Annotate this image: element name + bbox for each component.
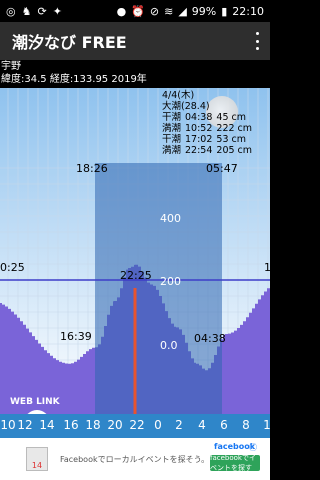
info-row-time: 10:52 <box>185 123 213 134</box>
location-name: 宇野 <box>1 61 21 72</box>
info-row-height: 45 cm <box>216 112 246 123</box>
hour-axis-label: 0 <box>154 418 162 432</box>
battery-icon: ▮ <box>221 4 228 18</box>
scale-label-0: 0.0 <box>160 339 178 352</box>
hour-axis-label: 6 <box>220 418 228 432</box>
current-time-label: 22:25 <box>120 269 152 282</box>
info-row-time: 22:54 <box>185 145 213 156</box>
hour-axis-label: 16 <box>63 418 79 432</box>
hour-axis-label: 4 <box>198 418 206 432</box>
info-row-kind: 満潮 <box>162 123 182 134</box>
left-edge-label: 0:25 <box>0 261 25 274</box>
person-running-icon: ♞ <box>21 4 32 18</box>
low-tide-right-label: 04:38 <box>194 332 226 345</box>
info-row-kind: 干潮 <box>162 134 182 145</box>
wechat-icon: ✦ <box>52 4 62 18</box>
tide-info-panel: 4/4(木) 大潮(28.4) 干潮 04:38 45 cm 満潮 10:52 … <box>162 90 270 156</box>
voicemail-icon: ◎ <box>6 4 16 18</box>
hour-axis-label: 1 <box>263 418 271 432</box>
info-row-time: 17:02 <box>185 134 213 145</box>
battery-percent: 99% <box>191 4 217 18</box>
low-tide-left-label: 16:39 <box>60 330 92 343</box>
info-row: 満潮 22:54 205 cm <box>162 145 270 156</box>
alarm-icon: ⏰ <box>131 4 145 18</box>
wifi-icon: ≋ <box>164 4 174 18</box>
info-row: 干潮 17:02 53 cm <box>162 134 270 145</box>
scale-label-200: 200 <box>160 275 181 288</box>
info-row-kind: 干潮 <box>162 112 182 123</box>
info-tide-name: 大潮(28.4) <box>162 101 210 112</box>
ad-banner[interactable]: 14 Facebookでローカルイベントを探そう。 facebook faceb… <box>0 438 270 480</box>
scale-label-400: 400 <box>160 212 181 225</box>
hour-axis-label: 18 <box>85 418 101 432</box>
location-bar: 宇野 緯度:34.5 経度:133.95 2019年 <box>0 60 270 88</box>
night-band <box>95 163 222 414</box>
info-row: 干潮 04:38 45 cm <box>162 112 270 123</box>
overflow-menu-icon[interactable] <box>256 32 260 50</box>
status-left: ◎ ♞ ⟳ ✦ <box>6 6 62 17</box>
hour-axis-label: 20 <box>107 418 123 432</box>
hour-axis-label: 8 <box>242 418 250 432</box>
app-bar: 潮汐なび FREE <box>0 22 270 60</box>
status-right: ● ⏰ ⊘ ≋ ◢ 99% ▮ 22:10 <box>117 5 264 18</box>
info-row-kind: 満潮 <box>162 145 182 156</box>
right-edge-label: 1 <box>264 261 270 274</box>
hour-axis-label: 10 <box>0 418 16 432</box>
info-row-time: 04:38 <box>185 112 213 123</box>
hour-axis-label: 22 <box>129 418 145 432</box>
sync-icon: ⟳ <box>37 4 47 18</box>
info-date: 4/4(木) <box>162 90 195 101</box>
info-row-height: 53 cm <box>216 134 246 145</box>
ad-close-icon[interactable]: ⓘ <box>249 442 257 453</box>
ad-cta-button[interactable]: facebookでイベントを探す <box>210 454 260 472</box>
status-bar: ◎ ♞ ⟳ ✦ ● ⏰ ⊘ ≋ ◢ 99% ▮ 22:10 <box>0 0 270 22</box>
location-icon: ● <box>116 4 127 18</box>
location-coords: 緯度:34.5 経度:133.95 2019年 <box>1 74 147 85</box>
calendar-icon: 14 <box>26 447 48 471</box>
mute-icon: ⊘ <box>149 4 160 18</box>
ad-text: Facebookでローカルイベントを探そう。 <box>60 455 210 464</box>
sunrise-label: 05:47 <box>206 162 238 175</box>
info-row: 満潮 10:52 222 cm <box>162 123 270 134</box>
sunset-label: 18:26 <box>76 162 108 175</box>
hour-axis-label: 12 <box>17 418 33 432</box>
web-link-label[interactable]: WEB LINK <box>10 397 60 407</box>
hour-axis-label: 2 <box>175 418 183 432</box>
signal-icon: ◢ <box>178 4 187 18</box>
hour-axis-label: 14 <box>39 418 55 432</box>
app-title: 潮汐なび FREE <box>12 33 127 52</box>
clock: 22:10 <box>232 4 264 18</box>
info-row-height: 222 cm <box>216 123 253 134</box>
hour-axis: 10 12 14 16 18 20 22 0 2 4 6 8 1 <box>0 414 271 438</box>
info-row-height: 205 cm <box>216 145 253 156</box>
